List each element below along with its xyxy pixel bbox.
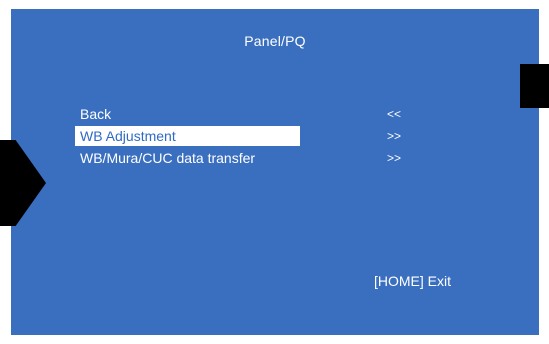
menu-item-label: WB/Mura/CUC data transfer [80,150,256,166]
osd-menu: Back << WB Adjustment >> WB/Mura/CUC dat… [75,103,455,169]
forward-arrow-icon: >> [387,151,402,165]
menu-item-label: Back [80,106,112,122]
menu-item-wb-adjustment[interactable]: WB Adjustment >> [75,125,455,147]
panel-title: Panel/PQ [244,33,306,49]
home-exit-hint: [HOME] Exit [374,273,452,289]
osd-panel: Panel/PQ Back << WB Adjustment >> WB/Mur… [11,9,539,335]
back-arrow-icon: << [387,107,402,121]
menu-item-label: WB Adjustment [80,128,176,144]
menu-item-back[interactable]: Back << [75,103,455,125]
right-block-marker [520,64,549,108]
menu-item-data-transfer[interactable]: WB/Mura/CUC data transfer >> [75,147,455,169]
screen: Panel/PQ Back << WB Adjustment >> WB/Mur… [0,0,549,344]
forward-arrow-icon: >> [387,129,402,143]
